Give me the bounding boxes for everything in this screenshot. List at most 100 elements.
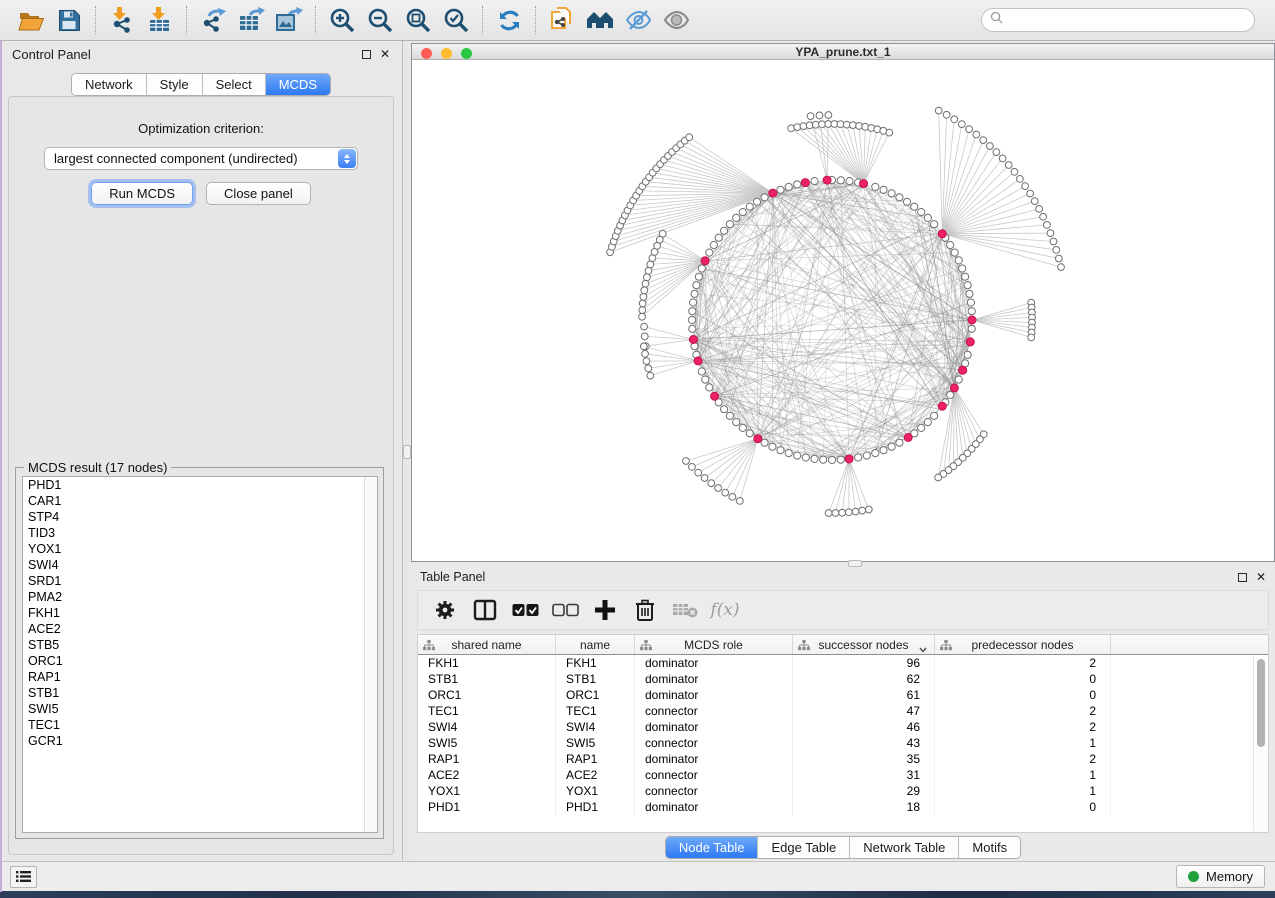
table-cell[interactable]: 62 (793, 671, 935, 687)
selected-network-node[interactable] (689, 336, 697, 344)
network-node[interactable] (645, 267, 652, 274)
table-row[interactable]: ACE2ACE2connector311 (418, 767, 1268, 783)
table-cell[interactable]: RAP1 (556, 751, 635, 767)
mcds-result-item[interactable]: TID3 (23, 525, 377, 541)
add-column-icon[interactable] (590, 595, 620, 625)
mcds-result-item[interactable]: GCR1 (23, 733, 377, 749)
network-node[interactable] (726, 412, 733, 419)
mcds-result-item[interactable]: TEC1 (23, 717, 377, 733)
network-node[interactable] (761, 439, 768, 446)
network-node[interactable] (1044, 222, 1051, 229)
selected-network-node[interactable] (845, 455, 853, 463)
close-panel-icon[interactable]: ✕ (1256, 573, 1266, 582)
table-cell[interactable]: dominator (635, 799, 793, 815)
network-node[interactable] (846, 178, 853, 185)
network-node[interactable] (777, 186, 784, 193)
table-cell[interactable]: YOX1 (556, 783, 635, 799)
table-cell[interactable]: ACE2 (418, 767, 556, 783)
mcds-list-scrollbar[interactable] (364, 477, 377, 832)
table-cell[interactable]: SWI4 (418, 719, 556, 735)
mcds-result-item[interactable]: YOX1 (23, 541, 377, 557)
network-node[interactable] (880, 447, 887, 454)
network-node[interactable] (911, 203, 918, 210)
network-node[interactable] (903, 198, 910, 205)
horizontal-splitter[interactable] (411, 562, 1275, 566)
network-node[interactable] (746, 430, 753, 437)
export-image-icon[interactable] (270, 4, 308, 36)
table-cell[interactable]: RAP1 (418, 751, 556, 767)
network-node[interactable] (644, 274, 651, 281)
network-node[interactable] (839, 509, 846, 516)
table-cell[interactable]: 46 (793, 719, 935, 735)
network-node[interactable] (639, 313, 646, 320)
mcds-result-item[interactable]: SWI5 (23, 701, 377, 717)
network-graph[interactable] (412, 60, 1274, 556)
close-window-icon[interactable] (421, 48, 432, 59)
vertical-splitter[interactable] (402, 41, 408, 862)
table-cell[interactable]: connector (635, 767, 793, 783)
float-panel-icon[interactable] (362, 50, 371, 59)
table-cell[interactable]: dominator (635, 655, 793, 671)
table-cell[interactable]: STB1 (418, 671, 556, 687)
network-node[interactable] (918, 209, 925, 216)
table-cell[interactable]: TEC1 (418, 703, 556, 719)
maximize-window-icon[interactable] (461, 48, 472, 59)
network-node[interactable] (1053, 247, 1060, 254)
run-mcds-button[interactable]: Run MCDS (91, 182, 193, 205)
network-node[interactable] (706, 384, 713, 391)
minimize-window-icon[interactable] (441, 48, 452, 59)
network-node[interactable] (642, 350, 649, 357)
table-cell[interactable]: connector (635, 703, 793, 719)
network-node[interactable] (761, 194, 768, 201)
selected-network-node[interactable] (968, 316, 976, 324)
network-node[interactable] (647, 261, 654, 268)
table-cell[interactable]: FKH1 (418, 655, 556, 671)
table-cell[interactable]: STB1 (556, 671, 635, 687)
network-node[interactable] (746, 203, 753, 210)
network-node[interactable] (708, 480, 715, 487)
network-node[interactable] (966, 290, 973, 297)
column-header-shared-name[interactable]: shared name (418, 635, 556, 654)
network-node[interactable] (785, 183, 792, 190)
mcds-result-item[interactable]: SWI4 (23, 557, 377, 573)
network-node[interactable] (1017, 176, 1024, 183)
table-row[interactable]: RAP1RAP1dominator352 (418, 751, 1268, 767)
network-node[interactable] (715, 234, 722, 241)
network-node[interactable] (968, 325, 975, 332)
memory-button[interactable]: Memory (1176, 865, 1265, 888)
mcds-result-item[interactable]: STB1 (23, 685, 377, 701)
optimization-criterion-select[interactable]: largest connected component (undirected) (44, 147, 358, 170)
mcds-result-item[interactable]: STB5 (23, 637, 377, 653)
tab-network[interactable]: Network (72, 74, 146, 95)
network-node[interactable] (721, 227, 728, 234)
table-cell[interactable]: ACE2 (556, 767, 635, 783)
network-node[interactable] (693, 282, 700, 289)
network-node[interactable] (729, 494, 736, 501)
network-node[interactable] (951, 116, 958, 123)
network-node[interactable] (785, 450, 792, 457)
network-node[interactable] (987, 143, 994, 150)
export-table-icon[interactable] (232, 4, 270, 36)
network-node[interactable] (980, 137, 987, 144)
table-row[interactable]: STB1STB1dominator620 (418, 671, 1268, 687)
network-node[interactable] (698, 265, 705, 272)
scrollbar-thumb[interactable] (1257, 659, 1265, 747)
network-node[interactable] (736, 498, 743, 505)
network-node[interactable] (855, 454, 862, 461)
selected-network-node[interactable] (950, 384, 958, 392)
network-node[interactable] (639, 307, 646, 314)
table-cell[interactable]: 2 (935, 719, 1111, 735)
splitter-grip[interactable] (848, 560, 862, 567)
table-cell[interactable]: ORC1 (418, 687, 556, 703)
network-node[interactable] (721, 406, 728, 413)
network-node[interactable] (832, 510, 839, 517)
network-node[interactable] (686, 134, 693, 141)
selected-network-node[interactable] (904, 433, 912, 441)
network-node[interactable] (935, 474, 942, 481)
table-cell[interactable]: 43 (793, 735, 935, 751)
network-node[interactable] (816, 112, 823, 119)
mcds-result-item[interactable]: CAR1 (23, 493, 377, 509)
save-session-icon[interactable] (50, 4, 88, 36)
network-node[interactable] (726, 221, 733, 228)
network-node[interactable] (931, 412, 938, 419)
